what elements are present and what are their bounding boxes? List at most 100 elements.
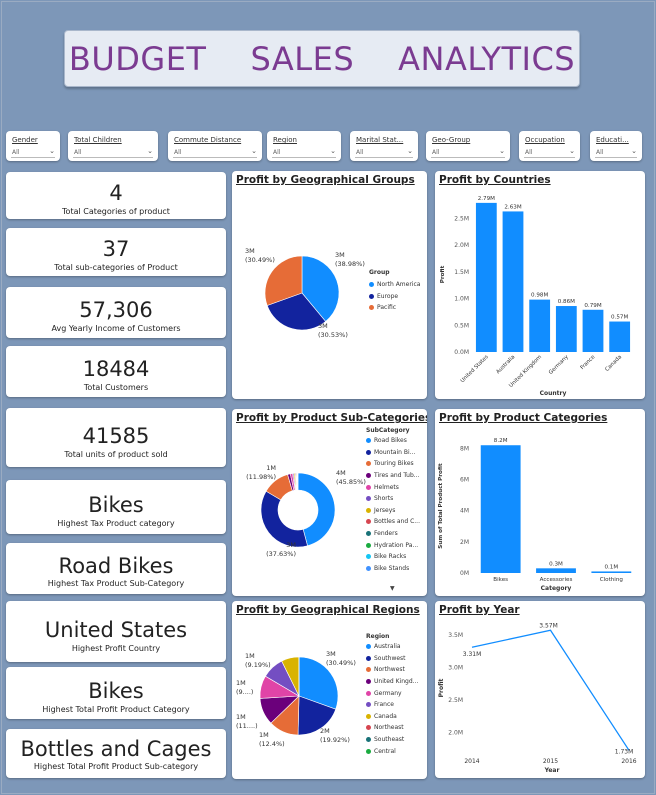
kpi-value: Road Bikes	[58, 554, 174, 578]
x-axis-label: Country	[540, 390, 567, 397]
legend-dot	[366, 737, 371, 743]
legend-item[interactable]: Europe	[369, 291, 420, 303]
data-label: 3M	[286, 541, 296, 549]
slicer-underline	[11, 157, 55, 158]
data-label: (19.92%)	[320, 736, 350, 744]
kpi-total-customers: 18484 Total Customers	[6, 346, 226, 397]
legend-scroll-down-icon[interactable]: ▼	[390, 585, 395, 592]
legend-label: Jerseys	[374, 506, 396, 514]
slicer-underline	[595, 157, 637, 158]
legend-item[interactable]: Canada	[366, 711, 418, 723]
x-tick-label: 2014	[464, 758, 479, 765]
y-tick-label: 2M	[460, 539, 469, 546]
legend-item[interactable]: Germany	[366, 687, 418, 699]
legend-item[interactable]: Southwest	[366, 653, 418, 665]
data-label: (9.19%)	[245, 661, 271, 669]
legend-label: Bottles and C...	[374, 518, 420, 526]
slicer-gender[interactable]: Gender All ⌄	[6, 131, 60, 161]
chart-title: Profit by Geographical Regions	[236, 604, 420, 616]
chevron-down-icon[interactable]: ⌄	[251, 147, 257, 155]
panel-profit-subcategories: Profit by Product Sub-Categories 4M (45.8…	[232, 409, 427, 596]
legend-dot	[366, 438, 371, 444]
legend-item[interactable]: Southeast	[366, 734, 418, 746]
legend-item[interactable]: Road Bikes	[366, 435, 420, 447]
chevron-down-icon[interactable]: ⌄	[407, 147, 413, 155]
chart-title: Profit by Year	[439, 604, 520, 616]
chevron-down-icon[interactable]: ⌄	[499, 147, 505, 155]
legend-item[interactable]: Northwest	[366, 664, 418, 676]
legend-item[interactable]: Tires and Tub...	[366, 470, 420, 482]
slicer-total-children[interactable]: Total Children All ⌄	[68, 131, 158, 161]
x-tick-label: 2015	[543, 758, 558, 765]
legend-item[interactable]: Shorts	[366, 493, 420, 505]
legend-item[interactable]: United Kingd...	[366, 676, 418, 688]
kpi-value: Bikes	[88, 679, 144, 703]
x-axis-label: Year	[544, 767, 560, 774]
kpi-label: Total sub-categories of Product	[54, 263, 178, 272]
kpi-value: 41585	[82, 424, 150, 448]
slicer-label: Geo-Group	[432, 136, 471, 144]
legend-item[interactable]: Central	[366, 745, 418, 757]
kpi-value: 18484	[82, 357, 150, 381]
kpi-label: Highest Profit Country	[71, 644, 161, 653]
legend-item[interactable]: Australia	[366, 641, 418, 653]
pie-slice	[260, 490, 308, 548]
legend-item[interactable]: Helmets	[366, 481, 420, 493]
legend-dot	[366, 542, 371, 548]
legend-item[interactable]: Jerseys	[366, 505, 420, 517]
x-tick-label: Bikes	[493, 577, 508, 583]
legend-dot	[366, 713, 371, 719]
legend-item[interactable]: Northeast	[366, 722, 418, 734]
y-tick-label: 2.5M	[448, 697, 463, 704]
kpi-label: Highest Total Profit Product Sub-categor…	[33, 762, 199, 771]
legend-dot	[369, 282, 374, 288]
slicer-marital-status[interactable]: Marital Stat... All ⌄	[350, 131, 418, 161]
slicer-underline	[73, 157, 153, 158]
chevron-down-icon[interactable]: ⌄	[49, 147, 55, 155]
slicer-label: Region	[273, 136, 297, 144]
legend-item[interactable]: Pacific	[369, 302, 420, 314]
chevron-down-icon[interactable]: ⌄	[569, 147, 575, 155]
legend-item[interactable]: Fenders	[366, 528, 420, 540]
legend-title: SubCategory	[366, 427, 410, 434]
slicer-education[interactable]: Educati... All ⌄	[590, 131, 642, 161]
bar	[502, 211, 524, 352]
chevron-down-icon[interactable]: ⌄	[631, 147, 637, 155]
slicer-region[interactable]: Region All ⌄	[267, 131, 341, 161]
slicer-commute-distance[interactable]: Commute Distance All ⌄	[168, 131, 262, 161]
legend-label: Hydration Pa...	[374, 541, 419, 549]
panel-profit-categories: Profit by Product Categories 0M 2M 4M 6M 8M 8…	[435, 409, 645, 596]
legend-dot	[366, 690, 371, 696]
legend-label: Southwest	[374, 654, 406, 662]
data-label: 1.73M	[615, 748, 634, 755]
kpi-value: Bikes	[88, 493, 144, 517]
legend-item[interactable]: Hydration Pa...	[366, 539, 420, 551]
y-tick-label: 4M	[460, 508, 469, 515]
y-tick-label: 1.0M	[454, 296, 469, 303]
slicer-label: Occupation	[525, 136, 565, 144]
legend-item[interactable]: Bike Racks	[366, 551, 420, 563]
legend-item[interactable]: Mountain Bi...	[366, 447, 420, 459]
legend-item[interactable]: Touring Bikes	[366, 458, 420, 470]
legend-item[interactable]: Bottles and C...	[366, 516, 420, 528]
slicer-geo-group[interactable]: Geo-Group All ⌄	[426, 131, 510, 161]
legend-item[interactable]: North America	[369, 279, 420, 291]
legend-item[interactable]: Bike Stands	[366, 563, 420, 575]
slicer-occupation[interactable]: Occupation All ⌄	[519, 131, 580, 161]
legend-dot	[366, 565, 371, 571]
legend-item[interactable]: France	[366, 699, 418, 711]
kpi-highest-tax-subcategory: Road Bikes Highest Tax Product Sub-Categ…	[6, 543, 226, 594]
chevron-down-icon[interactable]: ⌄	[330, 147, 336, 155]
kpi-value: 37	[102, 237, 130, 261]
legend-dot	[366, 644, 371, 650]
data-label: (30.53%)	[318, 331, 348, 339]
chevron-down-icon[interactable]: ⌄	[147, 147, 153, 155]
bar	[480, 445, 521, 573]
legend-dot	[366, 473, 371, 479]
legend-label: Europe	[377, 292, 399, 300]
bar-chart-categories: 0M 2M 4M 6M 8M 8.2M Bikes 0.3M Accessories 0.1M Cl…	[438, 438, 632, 592]
line-chart-year: 2.0M 2.5M 3.0M 3.5M 3.31M 2014 3.57M 2015 1.73M 2…	[438, 622, 637, 774]
legend-label: Canada	[374, 712, 397, 720]
y-axis-label: Profit	[438, 678, 445, 697]
slicer-underline	[173, 157, 257, 158]
